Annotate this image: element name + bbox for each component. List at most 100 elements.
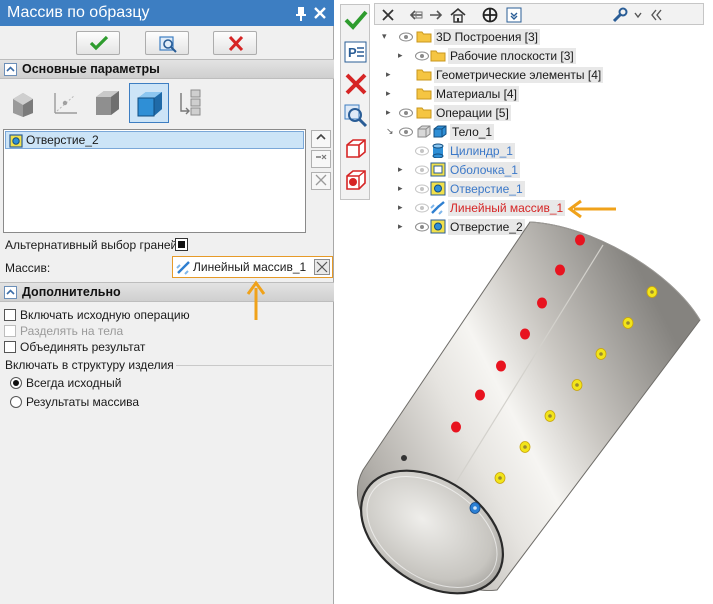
radio-always-original[interactable] [10,377,22,389]
include-original-label: Включать исходную операцию [20,308,190,322]
tree-node-label: Геометрические элементы [4] [434,67,604,83]
checkmark-icon [89,35,109,51]
eye-icon[interactable] [398,31,414,43]
folder-icon [416,107,432,119]
eye-icon[interactable] [398,126,414,138]
tree-node-body[interactable]: ↘ Тело_1 [378,123,518,141]
double-chevron-left-icon[interactable] [647,6,665,24]
parameters-button[interactable]: P [343,39,369,67]
viewport-command-toolbar: P [340,4,370,200]
extra-section-title: Дополнительно [22,285,121,299]
pattern-selection-field[interactable]: Линейный массив_1 [172,256,333,278]
alt-face-selection-label: Альтернативный выбор граней: [5,238,181,252]
expand-arrow-icon[interactable]: ▸ [386,68,395,80]
split-bodies-checkbox[interactable] [4,325,16,337]
move-up-button[interactable] [311,130,331,148]
expand-arrow-icon[interactable]: ▸ [386,87,395,99]
eye-icon[interactable] [414,183,430,195]
alt-face-selection-checkbox[interactable] [175,238,188,251]
folder-icon [416,88,432,100]
body-mode-icon[interactable] [87,83,127,123]
tree-node-hole-1[interactable]: ▸ Отверстие_1 [378,180,538,198]
collapse-icon[interactable] [4,286,17,299]
small-hole [401,455,407,461]
tree-node-operations[interactable]: ▸ Операции [5] [378,104,548,122]
close-icon[interactable] [379,6,397,24]
magnifier-icon [344,104,368,128]
eye-icon[interactable] [414,50,430,62]
dialog-title: Массив по образцу [7,4,150,21]
forward-arrow-icon[interactable] [427,6,445,24]
main-params-header[interactable]: Основные параметры [0,59,334,79]
dialog-titlebar: Массив по образцу [0,0,334,26]
tree-node-shell[interactable]: ▸ Оболочка_1 [378,161,538,179]
face-mode-icon[interactable] [3,83,43,123]
remove-icon [316,154,327,160]
zoom-preview-button[interactable] [343,103,369,131]
chevron-down-icon[interactable] [629,6,647,24]
pin-icon[interactable] [294,5,308,21]
eye-icon[interactable] [414,145,430,157]
expand-arrow-icon[interactable]: ▸ [398,49,407,61]
solid-mode-icon[interactable] [129,83,169,123]
eye-icon[interactable] [398,107,414,119]
tree-node-materials[interactable]: ▸ Материалы [4] [378,85,538,103]
select-body-button[interactable] [343,135,369,163]
edge-mode-icon[interactable] [45,83,85,123]
cylinder-model[interactable] [335,200,713,604]
merge-result-checkbox[interactable] [4,341,16,353]
expand-arrow-icon[interactable]: ▸ [398,163,407,175]
tree-node-label: Операции [5] [434,105,511,121]
back-arrow-icon[interactable] [407,6,425,24]
remove-item-button[interactable] [311,150,331,168]
wrench-icon[interactable] [611,6,629,24]
svg-text:P: P [348,45,357,60]
cancel-button[interactable] [213,31,257,55]
ok-button[interactable] [76,31,120,55]
close-icon [316,261,328,273]
group-divider [176,365,332,366]
tree-node-cylinder[interactable]: Цилиндр_1 [378,142,538,160]
clear-list-button[interactable] [311,172,331,190]
home-icon[interactable] [449,6,467,24]
body-icon [417,125,431,138]
tree-node-label: Оболочка_1 [448,162,520,178]
extra-section-header[interactable]: Дополнительно [0,282,334,302]
tree-node-3d-constructions[interactable]: ▾ 3D Построения [3] [378,28,578,46]
empty-pane [0,412,333,604]
radio-array-results[interactable] [10,396,22,408]
close-icon[interactable] [313,5,327,21]
chevron-up-icon [316,133,326,140]
collapse-arrow-icon[interactable]: ▾ [382,30,391,42]
eye-icon[interactable] [414,164,430,176]
select-face-button[interactable] [343,167,369,195]
target-icon[interactable] [481,6,499,24]
hole-icon [430,181,446,196]
red-cube-icon [346,139,366,158]
annotation-arrow-up-icon [246,280,266,320]
tree-node-work-planes[interactable]: ▸ Рабочие плоскости [3] [378,47,598,65]
accept-button[interactable] [343,7,369,35]
list-item[interactable]: Отверстие_2 [5,131,304,149]
collapse-arrow-icon[interactable]: ↘ [386,125,395,137]
pattern-dialog: Массив по образцу Основные параметры Отв… [0,0,334,604]
dropdown-icon[interactable] [505,6,523,24]
include-original-checkbox[interactable] [4,309,16,321]
tree-node-geometric-elements[interactable]: ▸ Геометрические элементы [4] [378,66,618,84]
preview-button[interactable] [145,31,189,55]
radio-array-results-label: Результаты массива [26,395,140,409]
collapse-icon[interactable] [4,63,17,76]
solid-icon [433,125,447,138]
pattern-mode-icon[interactable] [171,83,211,123]
selected-operations-list[interactable]: Отверстие_2 [3,129,306,233]
linear-pattern-icon [176,261,190,275]
expand-arrow-icon[interactable]: ▸ [386,106,395,118]
cancel-command-button[interactable] [343,71,369,99]
structure-group-label: Включать в структуру изделия [5,358,174,372]
clear-pattern-button[interactable] [314,259,330,275]
hole-op-icon [9,134,23,148]
expand-arrow-icon[interactable]: ▸ [398,182,407,194]
model-tree-toolbar [374,3,704,25]
tree-node-label: Рабочие плоскости [3] [448,48,576,64]
cylinder-icon [432,143,444,158]
